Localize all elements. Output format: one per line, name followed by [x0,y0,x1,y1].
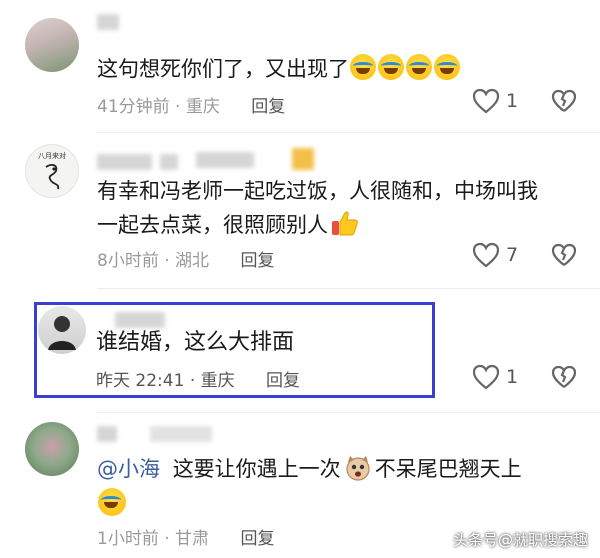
meta-separator: · [189,371,196,391]
divider [97,288,600,289]
meta-separator: · [175,97,181,117]
heart-icon [472,242,500,268]
comment-text-body: 这句想死你们了，又出现了 [97,57,349,81]
like-button[interactable]: 1 [472,88,518,114]
comment-text-line-2 [97,488,522,522]
avatar[interactable] [25,18,79,72]
reply-button[interactable]: 回复 [266,371,300,391]
like-count: 1 [506,90,519,112]
broken-heart-icon[interactable] [551,89,577,113]
comment-text-line-2: 一起去点菜，很照顾别人 [97,213,328,237]
broken-heart-icon[interactable] [551,365,577,389]
comment-text: 这句想死你们了，又出现了 [97,52,461,86]
comment-text-middle: 这要让你遇上一次 [172,457,341,481]
divider [97,132,600,133]
comment-meta: 41分钟前 · 重庆 回复 [97,92,285,117]
comment-time: 41分钟前 [97,97,170,117]
comment-text-line-1: 有幸和冯老师一起吃过饭，人很随和，中场叫我 [97,179,538,203]
comment-text-body: 谁结婚，这么大排面 [96,330,295,355]
avatar-drawing-icon [45,164,60,190]
comment-text: @小海 这要让你遇上一次 不呆尾巴翘天上 [97,452,522,522]
laughing-emoji-icon [378,54,404,80]
username-blurred [97,154,152,170]
like-button[interactable]: 7 [472,242,518,268]
reply-button[interactable]: 回复 [251,97,285,117]
laughing-emoji-icon [350,54,376,80]
avatar[interactable] [25,422,79,476]
dog-face-emoji-icon [346,456,370,481]
username-blurred [196,152,254,168]
heart-icon [472,88,500,114]
comment-time: 8小时前 [97,251,159,271]
comment-meta: 8小时前 · 湖北 回复 [97,246,274,271]
meta-separator: · [164,529,170,549]
comment-location: 湖北 [175,251,210,271]
username-blurred [160,154,178,170]
avatar-person-icon [48,316,76,350]
comment-text: 谁结婚，这么大排面 [96,326,294,360]
like-count: 7 [506,244,519,266]
divider [97,412,600,413]
comment-time: 昨天 22:41 [96,371,185,391]
reply-button[interactable]: 回复 [240,529,274,549]
avatar[interactable] [38,306,86,354]
laughing-emoji-icon [434,54,460,80]
watermark: 头条号@就职搜索趣 [452,531,588,549]
comment-2: 八月来对 有幸和冯老师一起吃过饭，人很随和，中场叫我 一起去点菜，很照顾别人 8… [0,134,600,284]
comment-location: 甘肃 [175,529,210,549]
broken-heart-icon[interactable] [551,243,577,267]
comment-meta: 1小时前 · 甘肃 回复 [97,524,274,549]
comment-location: 重庆 [185,97,220,117]
username-blurred [150,426,212,442]
username-blurred [97,14,119,30]
thumbs-up-icon [332,211,358,236]
comment-text: 有幸和冯老师一起吃过饭，人很随和，中场叫我 一起去点菜，很照顾别人 [97,174,538,242]
comment-time: 1小时前 [97,529,159,549]
badge-blurred [292,148,314,170]
laughing-emoji-icon [406,54,432,80]
reply-button[interactable]: 回复 [240,251,274,271]
username-blurred [97,426,117,442]
meta-separator: · [164,251,170,271]
comment-3: 谁结婚，这么大排面 昨天 22:41 · 重庆 回复 1 [0,298,600,408]
like-count: 1 [506,366,519,388]
laughing-emoji-icon [98,488,126,516]
like-button[interactable]: 1 [472,364,518,390]
comment-1: 这句想死你们了，又出现了 41分钟前 · 重庆 回复 1 [0,0,600,120]
heart-icon [472,364,500,390]
comment-text-end: 不呆尾巴翘天上 [374,457,522,481]
mention-link[interactable]: @小海 [97,457,160,481]
comment-text-line-2-wrap: 一起去点菜，很照顾别人 [97,208,538,242]
comment-location: 重庆 [200,371,235,391]
avatar[interactable]: 八月来对 [25,144,79,198]
comment-meta: 昨天 22:41 · 重庆 回复 [96,366,300,391]
